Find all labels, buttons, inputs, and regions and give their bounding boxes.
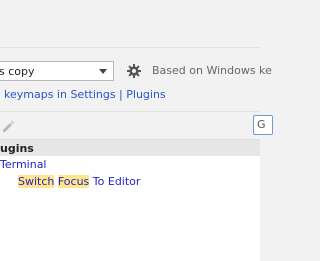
tree-item-terminal[interactable]: Terminal [0,158,47,171]
keymap-dropdown[interactable]: s copy [0,61,114,81]
tree-group-label: ugins [0,142,34,155]
search-highlight-switch: Switch [18,175,55,188]
keymap-tree: ugins Terminal Switch Focus To Editor [0,139,260,261]
edit-pencil-icon[interactable] [0,118,16,134]
tree-item-switch-focus-to-editor[interactable]: Switch Focus To Editor [18,175,140,188]
action-label-rest: To Editor [89,175,141,188]
toolbar-divider [0,111,260,112]
search-highlight-focus: Focus [57,175,90,188]
top-divider [0,47,260,48]
gear-icon[interactable] [126,63,142,79]
based-on-label: Based on Windows ke [152,64,272,77]
tree-group-header[interactable]: ugins [0,140,260,156]
keymap-selected-value: s copy [0,64,35,78]
search-input[interactable]: G [253,115,273,135]
keymaps-settings-link[interactable]: keymaps in Settings | Plugins [4,88,166,101]
chevron-down-icon[interactable] [99,69,107,74]
